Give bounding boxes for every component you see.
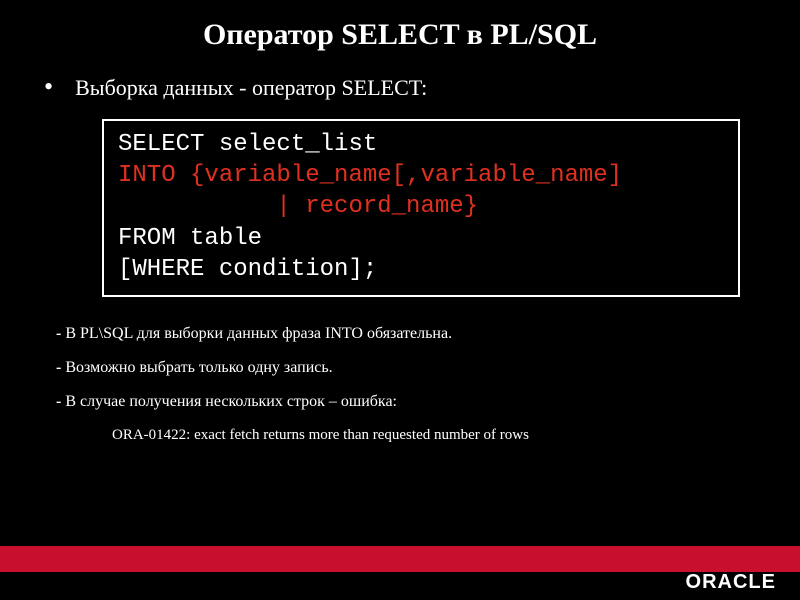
code-kw-where: [WHERE	[118, 256, 204, 283]
ora-error-text: ORA-01422: exact fetch returns more than…	[56, 427, 740, 444]
code-block: SELECT select_list INTO {variable_name[,…	[102, 119, 740, 297]
dash-icon: -	[56, 359, 65, 376]
bullet-icon: •	[44, 74, 53, 100]
note-3: - В случае получения нескольких строк – …	[56, 393, 740, 411]
code-into-line1: INTO {variable_name[,variable_name]	[118, 162, 622, 189]
code-select-list: select_list	[204, 131, 377, 158]
code-table: table	[176, 225, 262, 252]
note-1-text: В PL\SQL для выборки данных фраза INTO о…	[65, 325, 452, 342]
code-into-line2: | record_name}	[118, 193, 478, 220]
note-2: - Возможно выбрать только одну запись.	[56, 359, 740, 377]
footer-bar	[0, 546, 800, 572]
brand-logo: ORACLE	[686, 571, 776, 594]
dash-icon: -	[56, 325, 65, 342]
code-kw-select: SELECT	[118, 131, 204, 158]
page-title: Оператор SELECT в PL/SQL	[40, 18, 760, 52]
subtitle-row: • Выборка данных - оператор SELECT:	[40, 74, 760, 101]
code-condition: condition];	[204, 256, 377, 283]
slide-content: Оператор SELECT в PL/SQL • Выборка данны…	[0, 0, 800, 444]
notes-block: - В PL\SQL для выборки данных фраза INTO…	[40, 325, 760, 444]
note-3-text: В случае получения нескольких строк – ош…	[65, 393, 397, 410]
subtitle-text: Выборка данных - оператор SELECT:	[75, 75, 427, 101]
note-1: - В PL\SQL для выборки данных фраза INTO…	[56, 325, 740, 343]
code-kw-from: FROM	[118, 225, 176, 252]
note-2-text: Возможно выбрать только одну запись.	[65, 359, 332, 376]
dash-icon: -	[56, 393, 65, 410]
